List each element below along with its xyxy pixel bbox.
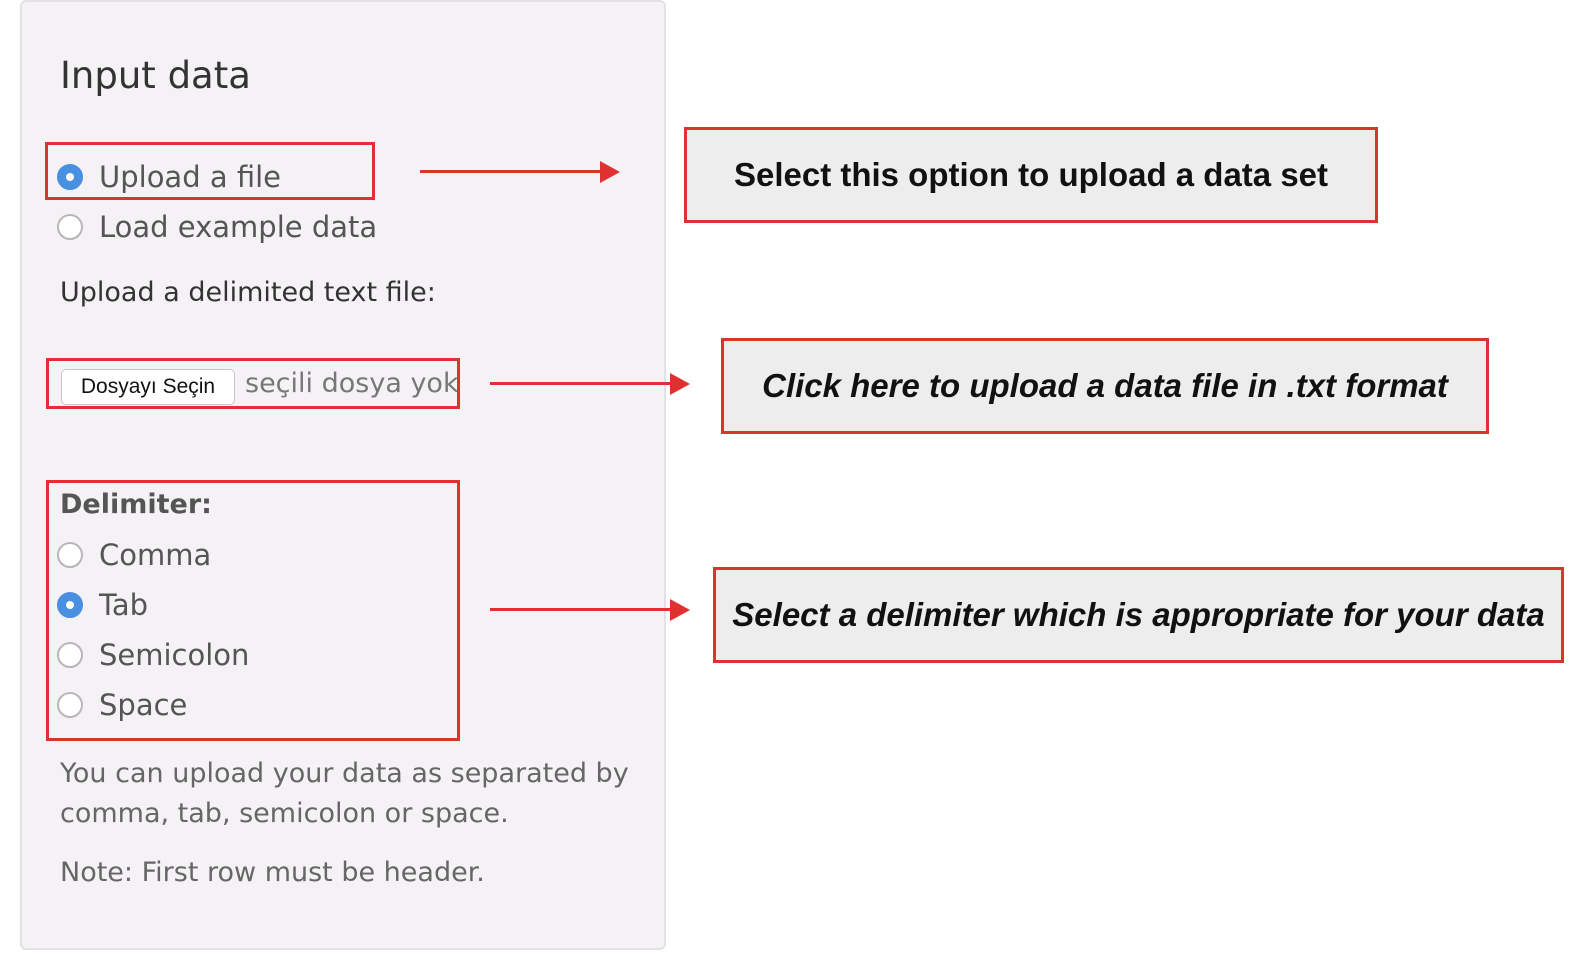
radio-button-icon[interactable] [57,214,83,240]
radio-load-example[interactable]: Load example data [57,207,377,247]
arrow-right-icon [490,598,690,622]
panel-title: Input data [60,54,251,97]
callout-upload-option: Select this option to upload a data set [684,127,1378,223]
highlight-upload-option [45,142,375,200]
radio-label-load-example: Load example data [99,209,378,244]
note-text: Note: First row must be header. [60,857,485,888]
callout-file-upload: Click here to upload a data file in .txt… [721,338,1489,434]
arrow-right-icon [420,160,620,184]
help-text-line1: You can upload your data as separated by [60,758,629,789]
file-upload-label: Upload a delimited text file: [60,277,436,308]
highlight-file-input [46,358,460,409]
help-text-line2: comma, tab, semicolon or space. [60,798,509,829]
arrow-right-icon [490,372,690,396]
highlight-delimiter-group [46,480,460,741]
callout-delimiter: Select a delimiter which is appropriate … [713,567,1564,663]
